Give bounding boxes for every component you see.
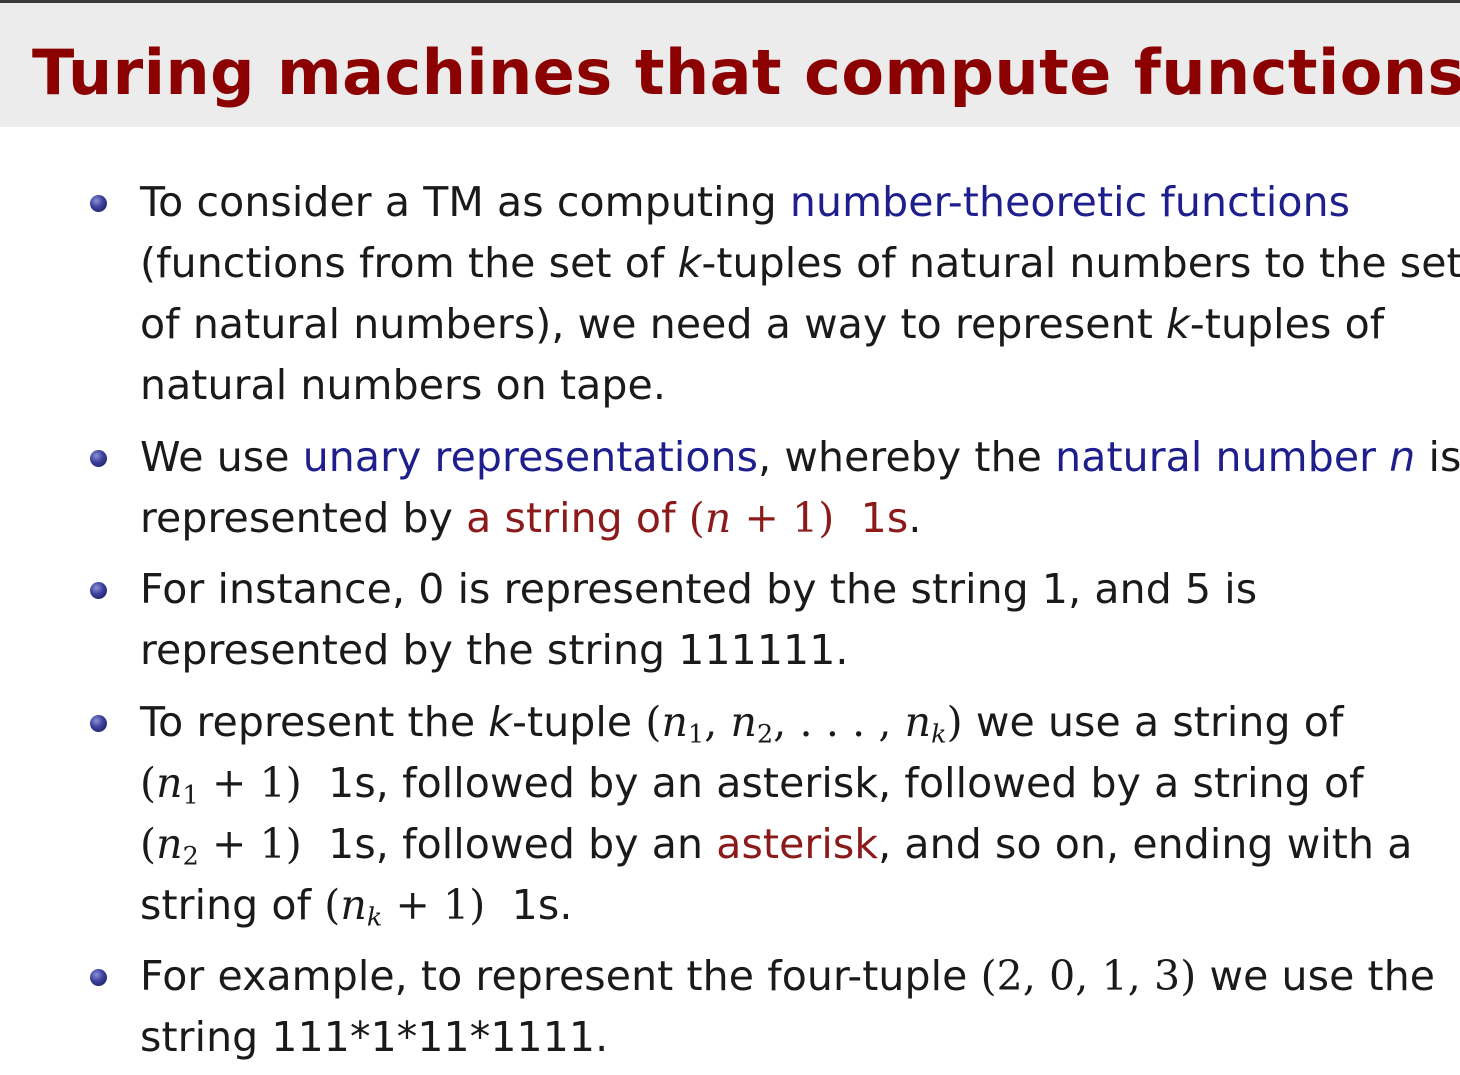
bullet-item-1: To consider a TM as computing number-the…	[140, 172, 1460, 416]
text-line: For instance, 0 is represented by the st…	[140, 565, 1258, 613]
text-line: (functions from the set of k-tuples of n…	[140, 239, 1460, 287]
bullet-item-5: For example, to represent the four-tuple…	[140, 946, 1460, 1068]
text-line: For example, to represent the four-tuple…	[140, 952, 1436, 1000]
bullet-item-3: For instance, 0 is represented by the st…	[140, 559, 1460, 681]
term-string-of: a string of	[466, 494, 689, 542]
title-bar: Turing machines that compute functions	[0, 3, 1460, 127]
bullet-marker	[90, 969, 107, 986]
math-var-k: k	[1166, 300, 1190, 348]
text-line: natural numbers on tape.	[140, 361, 666, 409]
text-line: represented by a string of (n + 1) 1s.	[140, 494, 922, 542]
text-line: We use unary representations, whereby th…	[140, 433, 1460, 481]
bullet-marker	[90, 715, 107, 732]
term-asterisk: asterisk	[716, 820, 879, 868]
term-natural-number: natural number	[1055, 433, 1377, 481]
math-k-tuple: (n1, n2, . . . , nk)	[645, 698, 963, 749]
bullet-marker	[90, 195, 107, 212]
text-line: To represent the k-tuple (n1, n2, . . . …	[140, 698, 1344, 749]
text-line: (n2 + 1) 1s, followed by an asterisk, an…	[140, 820, 1413, 871]
bullet-item-4: To represent the k-tuple (n1, n2, . . . …	[140, 692, 1460, 936]
slide-title: Turing machines that compute functions	[32, 36, 1460, 109]
bullet-marker	[90, 450, 107, 467]
math-n-plus-1: (n + 1)	[688, 494, 835, 542]
text-line: (n1 + 1) 1s, followed by an asterisk, fo…	[140, 759, 1364, 810]
math-n1-plus-1: (n1 + 1)	[140, 759, 302, 810]
math-var-n: n	[1389, 433, 1416, 481]
term-number-theoretic-functions: number-theoretic functions	[789, 178, 1351, 226]
math-n2-plus-1: (n2 + 1)	[140, 820, 302, 871]
term-1s: 1s	[860, 494, 909, 542]
text-line: of natural numbers), we need a way to re…	[140, 300, 1385, 348]
text-line: string 111*1*11*1111.	[140, 1013, 609, 1061]
bullet-marker	[90, 582, 107, 599]
text-line: string of (nk + 1) 1s.	[140, 881, 573, 932]
term-unary-representations: unary representations	[302, 433, 759, 481]
math-var-k: k	[677, 239, 702, 287]
text-line: represented by the string 111111.	[140, 626, 849, 674]
math-four-tuple: (2, 0, 1, 3)	[980, 952, 1197, 1000]
text-line: To consider a TM as computing number-the…	[140, 178, 1351, 226]
bullet-item-2: We use unary representations, whereby th…	[140, 427, 1460, 549]
math-var-k: k	[488, 698, 513, 746]
math-nk-plus-1: (nk + 1)	[324, 881, 486, 932]
